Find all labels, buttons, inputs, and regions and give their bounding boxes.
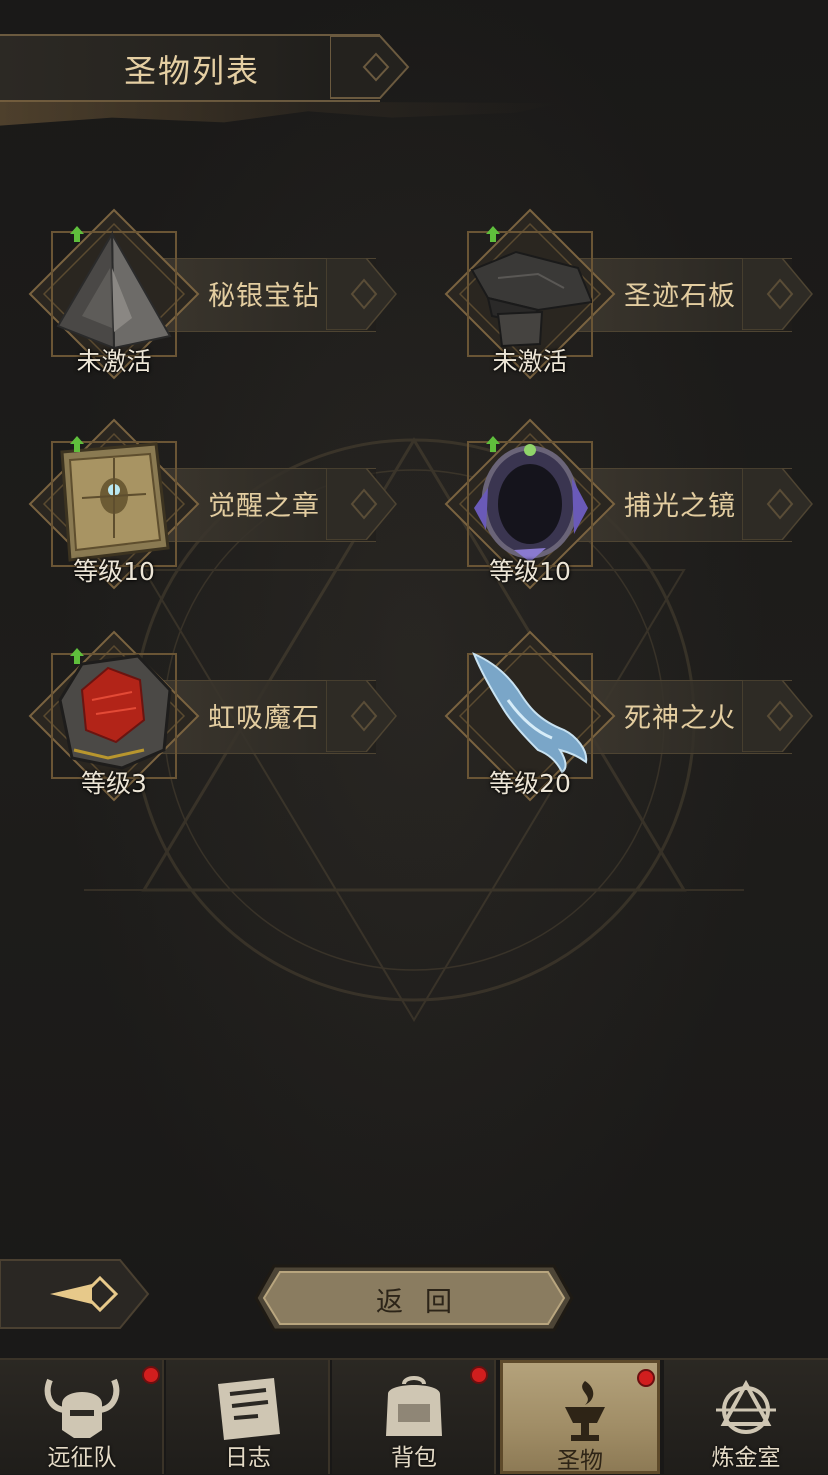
nav-label: 日志: [225, 1445, 271, 1471]
upgrade-arrow-icon: [486, 226, 500, 242]
upgrade-arrow-icon: [70, 436, 84, 452]
relic-status: 等级3: [81, 769, 147, 798]
relic-card-mithril-diamond[interactable]: 秘银宝钻 未激活: [6, 206, 397, 396]
nav-label: 背包: [391, 1445, 437, 1471]
relic-name: 捕光之镜: [624, 491, 736, 522]
relic-name: 觉醒之章: [208, 491, 320, 522]
relic-name: 死神之火: [624, 703, 736, 734]
relic-status: 未激活: [492, 347, 568, 376]
notification-badge: [142, 1366, 160, 1384]
nav-tab-backpack[interactable]: 背包: [332, 1360, 496, 1474]
nav-tab-alchemy[interactable]: 炼金室: [664, 1360, 828, 1474]
relic-name: 虹吸魔石: [208, 703, 320, 734]
upgrade-arrow-icon: [70, 648, 84, 664]
notification-badge: [637, 1369, 655, 1387]
header-diamond-ornament-icon: [330, 35, 410, 99]
upgrade-arrow-icon: [70, 226, 84, 242]
return-button[interactable]: 返回: [252, 1262, 576, 1334]
mirror-icon: [474, 444, 588, 562]
relic-status: 等级20: [489, 769, 571, 798]
relic-status: 等级10: [73, 557, 155, 586]
return-button-label: 返回: [376, 1287, 474, 1318]
relic-status: 等级10: [489, 557, 571, 586]
nav-label: 远征队: [47, 1445, 117, 1471]
relic-card-reaper-fire[interactable]: 死神之火 等级20: [422, 628, 813, 818]
tome-icon: [60, 442, 170, 562]
notification-badge: [470, 1366, 488, 1384]
relic-card-light-catching-mirror[interactable]: 捕光之镜 等级10: [422, 416, 813, 606]
brazier-icon: [565, 1381, 605, 1441]
horned-helmet-icon: [44, 1378, 120, 1438]
relic-name: 圣迹石板: [624, 281, 736, 312]
pyramid-icon: [56, 230, 172, 350]
relic-card-holy-slab[interactable]: 圣迹石板 未激活: [422, 206, 813, 396]
relic-status: 未激活: [76, 347, 152, 376]
stone-slab-icon: [470, 250, 592, 348]
spectral-hand-icon: [472, 652, 588, 774]
nav-label: 圣物: [557, 1448, 603, 1474]
nav-tab-expedition[interactable]: 远征队: [0, 1360, 164, 1474]
bottom-nav: 远征队 日志 背包 圣物 炼金室: [0, 1358, 828, 1474]
red-gem-stone-icon: [58, 654, 172, 770]
relic-card-siphon-stone[interactable]: 虹吸魔石 等级3: [6, 628, 397, 818]
upgrade-arrow-icon: [486, 436, 500, 452]
relic-name: 秘银宝钻: [208, 281, 320, 312]
nav-tab-relics[interactable]: 圣物: [500, 1360, 660, 1474]
expand-menu-button[interactable]: [0, 1258, 150, 1330]
alchemy-icon: [716, 1379, 776, 1434]
relic-card-awakening-chapter[interactable]: 觉醒之章 等级10: [6, 416, 397, 606]
page-title: 圣物列表: [124, 52, 261, 90]
page-header: 圣物列表: [0, 28, 410, 106]
backpack-icon: [386, 1376, 442, 1436]
scroll-icon: [218, 1378, 280, 1440]
nav-label: 炼金室: [711, 1445, 781, 1471]
nav-tab-journal[interactable]: 日志: [166, 1360, 330, 1474]
